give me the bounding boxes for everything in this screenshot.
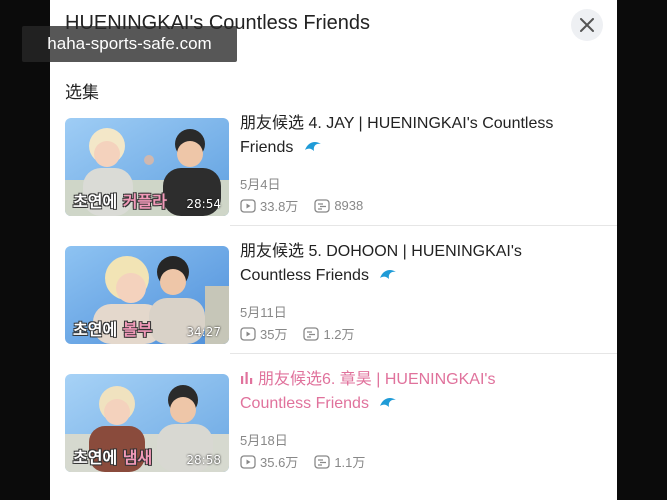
- play-count-icon: [240, 454, 256, 469]
- episode-date: 5月11日: [240, 305, 287, 320]
- thumbnail-caption: 초연에 커플라: [73, 192, 167, 211]
- danmaku-icon: [314, 198, 330, 213]
- play-count-icon: [240, 198, 256, 213]
- episode-stats: 33.8万 8938: [240, 196, 379, 215]
- close-icon: [580, 18, 594, 32]
- episode-date: 5月18日: [240, 433, 288, 448]
- video-duration: 28:58: [186, 453, 221, 467]
- video-thumbnail[interactable]: 초연에 커플라 28:54: [65, 118, 229, 216]
- episode-stats: 35万 1.2万: [240, 324, 371, 343]
- wave-icon: [380, 398, 397, 407]
- episode-title[interactable]: 朋友候选 5. DOHOON | HUENINGKAI's Countless …: [240, 240, 600, 288]
- watermark-label: haha-sports-safe.com: [22, 26, 237, 62]
- danmaku-count: 1.1万: [314, 452, 365, 471]
- thumbnail-caption: 초연에 냄새: [73, 448, 153, 467]
- wave-icon: [380, 270, 397, 279]
- view-count: 33.8万: [240, 196, 298, 215]
- now-playing-icon: [241, 372, 253, 384]
- danmaku-count: 1.2万: [303, 324, 355, 343]
- episode-item[interactable]: 초연에 볼부 34:27 朋友候选 5. DOHOON | HUENINGKAI…: [50, 240, 617, 360]
- video-thumbnail[interactable]: 초연에 볼부 34:27: [65, 246, 229, 344]
- episode-date: 5月4日: [240, 177, 281, 192]
- video-duration: 28:54: [186, 197, 221, 211]
- divider: [230, 225, 617, 226]
- close-button[interactable]: [571, 9, 603, 41]
- danmaku-count: 8938: [314, 198, 363, 213]
- video-thumbnail[interactable]: 초연에 냄새 28:58: [65, 374, 229, 472]
- view-count: 35万: [240, 324, 287, 343]
- danmaku-icon: [314, 454, 330, 469]
- view-count: 35.6万: [240, 452, 298, 471]
- play-count-icon: [240, 326, 256, 341]
- episode-item-active[interactable]: 초연에 냄새 28:58 朋友候选6. 章昊 | HUENINGKAI's Co…: [50, 368, 617, 488]
- episode-title[interactable]: 朋友候选 4. JAY | HUENINGKAI's Countless Fri…: [240, 112, 600, 160]
- episode-list-panel: HUENINGKAI's Countless Friends 选集 초연에 커플…: [50, 0, 617, 500]
- wave-icon: [304, 142, 321, 151]
- episode-title[interactable]: 朋友候选6. 章昊 | HUENINGKAI's Countless Frien…: [240, 368, 600, 416]
- section-label: 选集: [65, 83, 99, 102]
- divider: [230, 353, 617, 354]
- thumbnail-caption: 초연에 볼부: [73, 320, 153, 339]
- video-duration: 34:27: [186, 325, 221, 339]
- episode-item[interactable]: 초연에 커플라 28:54 朋友候选 4. JAY | HUENINGKAI's…: [50, 112, 617, 232]
- danmaku-icon: [303, 326, 320, 341]
- episode-stats: 35.6万 1.1万: [240, 452, 381, 471]
